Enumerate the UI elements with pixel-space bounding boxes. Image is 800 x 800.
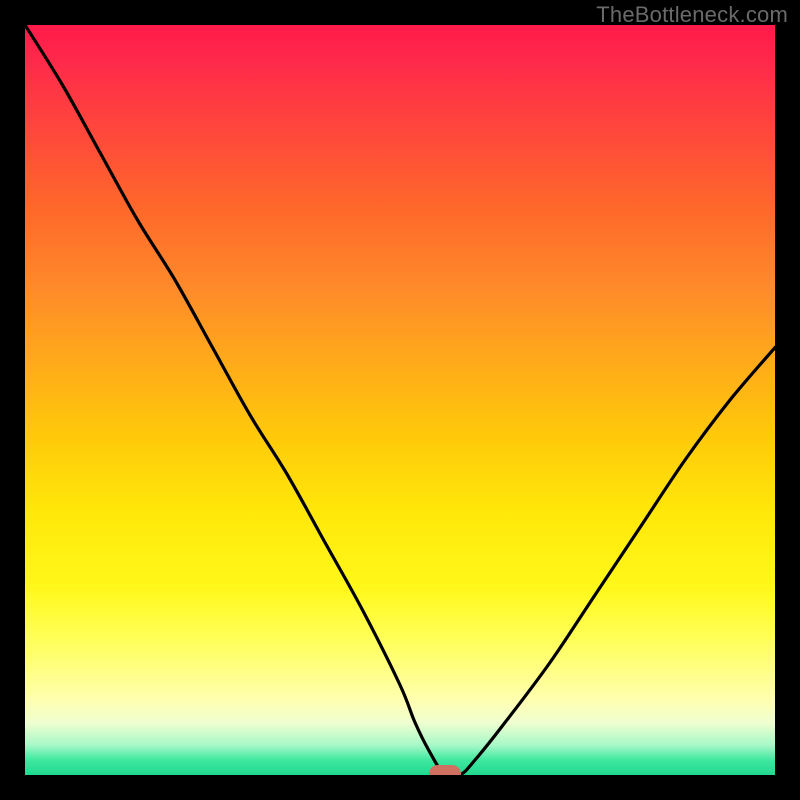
min-marker <box>429 765 461 775</box>
bottleneck-curve <box>25 25 775 775</box>
chart-frame: TheBottleneck.com <box>0 0 800 800</box>
plot-area <box>25 25 775 775</box>
curve-svg <box>25 25 775 775</box>
